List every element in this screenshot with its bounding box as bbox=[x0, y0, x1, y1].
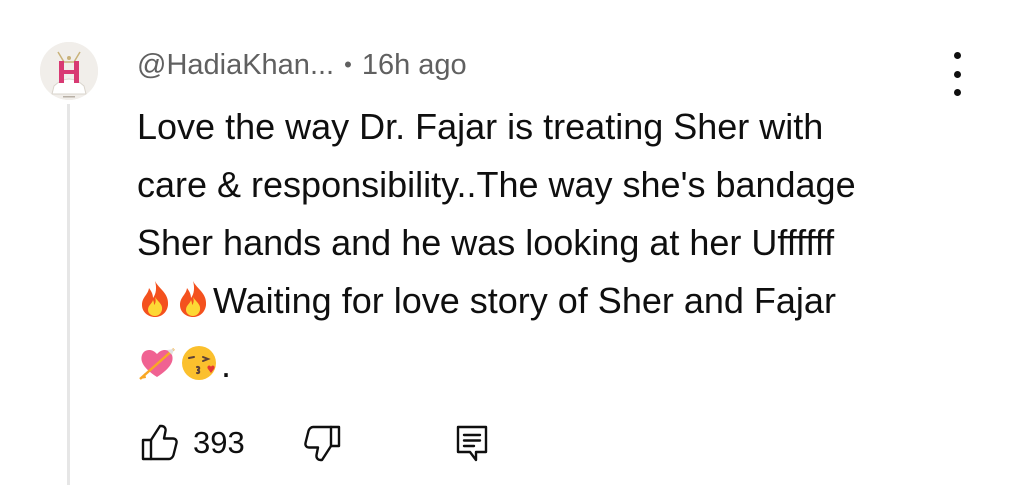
comment-line: Sher hands and he was looking at her Uff… bbox=[137, 222, 835, 263]
meta-separator: • bbox=[344, 52, 352, 77]
comment-actions: 393 bbox=[137, 418, 495, 468]
more-vert-icon bbox=[953, 52, 961, 59]
thumbs-up-icon[interactable] bbox=[137, 420, 183, 466]
comment-line-emoji: . bbox=[137, 336, 947, 400]
thread-line bbox=[67, 104, 70, 485]
fire-emoji bbox=[137, 278, 173, 336]
comment-line-text: . bbox=[221, 344, 232, 385]
comment-line: Love the way Dr. Fajar is treating Sher … bbox=[137, 106, 824, 147]
more-vert-icon-dot bbox=[953, 70, 961, 78]
fire-emoji bbox=[175, 278, 211, 336]
comment-text: Love the way Dr. Fajar is treating Sher … bbox=[137, 98, 947, 400]
more-options-button[interactable] bbox=[940, 52, 974, 96]
more-vert-icon-dot bbox=[953, 89, 961, 96]
face-blowing-kiss-emoji bbox=[179, 342, 219, 400]
avatar[interactable] bbox=[40, 42, 98, 100]
heart-with-arrow-emoji bbox=[137, 342, 177, 400]
author-name[interactable]: @HadiaKhan... bbox=[137, 49, 334, 82]
reply-comment-icon[interactable] bbox=[449, 420, 495, 466]
thumbs-down-icon[interactable] bbox=[299, 420, 345, 466]
avatar-letter-h-icon bbox=[40, 42, 98, 100]
comment-line-text: Waiting for love story of Sher and Fajar bbox=[213, 280, 836, 321]
comment-line: care & responsibility..The way she's ban… bbox=[137, 164, 856, 205]
like-count: 393 bbox=[193, 425, 245, 460]
timestamp[interactable]: 16h ago bbox=[362, 49, 467, 82]
comment-meta: @HadiaKhan... • 16h ago bbox=[137, 44, 467, 86]
comment-card: @HadiaKhan... • 16h ago Love the way Dr.… bbox=[0, 0, 1024, 485]
comment-line-emoji: Waiting for love story of Sher and Fajar bbox=[137, 272, 947, 336]
